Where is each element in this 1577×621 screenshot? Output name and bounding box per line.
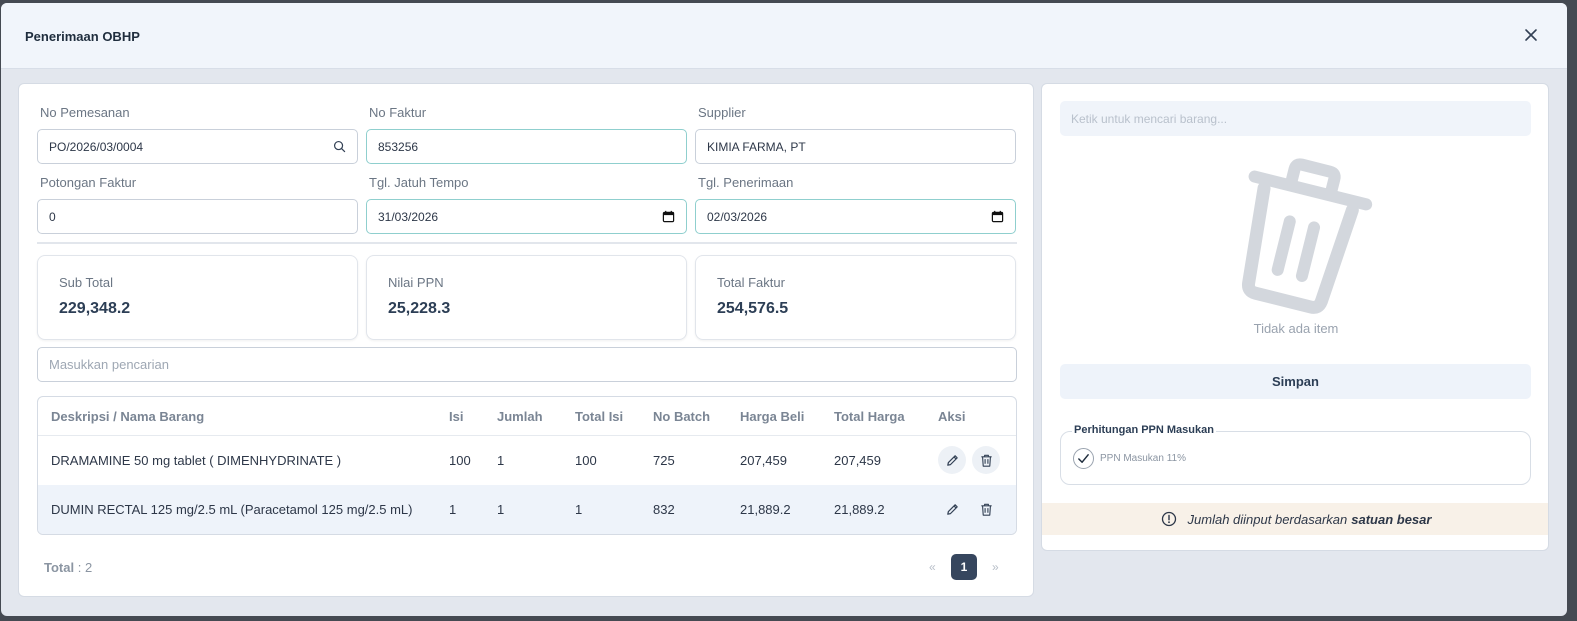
pagination-prev[interactable]: « [929, 560, 936, 574]
total-faktur-label: Total Faktur [717, 275, 785, 290]
potongan-faktur-value: 0 [49, 209, 56, 224]
trash-icon [980, 503, 992, 516]
total-value: : 2 [77, 560, 93, 575]
col-header-aksi: Aksi [938, 409, 966, 424]
nilai-ppn-card: Nilai PPN 25,228.3 [366, 255, 687, 340]
info-icon [1161, 511, 1176, 527]
modal-header: Penerimaan OBHP [1, 3, 1567, 69]
cell-total-isi: 1 [575, 502, 583, 517]
close-button[interactable] [1521, 25, 1541, 45]
supplier-label: Supplier [698, 105, 746, 120]
no-pemesanan-field[interactable]: PO/2026/03/0004 [37, 129, 358, 164]
calendar-icon[interactable] [661, 210, 675, 224]
total-label: Total [44, 560, 75, 575]
table-header: Deskripsi / Nama Barang Isi Jumlah Total… [38, 397, 1016, 436]
total-faktur-value: 254,576.5 [717, 300, 789, 317]
cell-no-batch: 832 [653, 502, 675, 517]
item-search-input[interactable]: Ketik untuk mencari barang... [1060, 101, 1531, 136]
tgl-jatuh-tempo-label: Tgl. Jatuh Tempo [369, 175, 469, 190]
cell-no-batch: 725 [653, 453, 675, 468]
tgl-jatuh-tempo-value: 31/03/2026 [378, 209, 439, 224]
no-faktur-field[interactable]: 853256 [366, 129, 687, 164]
items-table: Deskripsi / Nama Barang Isi Jumlah Total… [37, 396, 1017, 535]
cell-harga-beli: 207,459 [740, 453, 787, 468]
item-cart-panel: Ketik untuk mencari barang... Tidak ada … [1041, 83, 1549, 551]
tgl-penerimaan-value: 02/03/2026 [707, 209, 768, 224]
receipt-form-card: No Pemesanan PO/2026/03/0004 No Faktur 8… [18, 83, 1034, 597]
sub-total-label: Sub Total [59, 275, 113, 290]
trash-icon [1241, 158, 1373, 314]
modal: Penerimaan OBHP No Pemesanan PO/2026/03/… [1, 3, 1567, 616]
ppn-legend: Perhitungan PPN Masukan [1072, 424, 1216, 436]
sub-total-value: 229,348.2 [59, 300, 131, 317]
nilai-ppn-value: 25,228.3 [388, 300, 451, 317]
delete-button[interactable] [972, 495, 1000, 523]
col-header-no-batch: No Batch [653, 409, 711, 424]
edit-button[interactable] [938, 495, 966, 523]
cell-nama: DUMIN RECTAL 125 mg/2.5 mL (Paracetamol … [51, 502, 413, 517]
col-header-isi: Isi [449, 409, 464, 424]
tgl-jatuh-tempo-field[interactable]: 31/03/2026 [366, 199, 687, 234]
sub-total-card: Sub Total 229,348.2 [37, 255, 358, 340]
notice-banner: Jumlah diinput berdasarkan satuan besar [1042, 503, 1548, 535]
cell-nama: DRAMAMINE 50 mg tablet ( DIMENHYDRINATE … [51, 453, 342, 468]
pagination-page[interactable]: 1 [951, 554, 977, 580]
cell-total-harga: 21,889.2 [834, 502, 885, 517]
notice-text: Jumlah diinput berdasarkan [1187, 511, 1348, 527]
col-header-nama: Deskripsi / Nama Barang [51, 409, 205, 424]
no-pemesanan-value: PO/2026/03/0004 [49, 139, 144, 154]
save-button[interactable]: Simpan [1060, 364, 1531, 399]
empty-state-text: Tidak ada item [1253, 321, 1339, 336]
calendar-icon[interactable] [990, 210, 1004, 224]
edit-button[interactable] [938, 446, 966, 474]
cell-jumlah: 1 [497, 453, 505, 468]
table-search-input[interactable]: Masukkan pencarian [37, 347, 1017, 382]
potongan-faktur-label: Potongan Faktur [40, 175, 137, 190]
col-header-total-harga: Total Harga [834, 409, 905, 424]
col-header-jumlah: Jumlah [497, 409, 543, 424]
cell-harga-beli: 21,889.2 [740, 502, 791, 517]
cell-isi: 1 [449, 502, 457, 517]
ppn-checkbox[interactable] [1073, 448, 1094, 469]
no-faktur-value: 853256 [378, 139, 419, 154]
close-icon [1525, 29, 1537, 41]
cell-jumlah: 1 [497, 502, 505, 517]
cell-isi: 100 [449, 453, 471, 468]
supplier-field[interactable]: KIMIA FARMA, PT [695, 129, 1016, 164]
table-row[interactable]: DRAMAMINE 50 mg tablet ( DIMENHYDRINATE … [38, 436, 1016, 485]
edit-icon [946, 503, 958, 515]
notice-bold-text: satuan besar [1351, 511, 1432, 527]
edit-icon [946, 454, 958, 466]
item-search-placeholder: Ketik untuk mencari barang... [1071, 111, 1228, 126]
search-icon[interactable] [332, 140, 346, 154]
trash-icon [980, 454, 992, 467]
ppn-checkbox-label: PPN Masukan 11% [1100, 453, 1186, 464]
table-row[interactable]: DUMIN RECTAL 125 mg/2.5 mL (Paracetamol … [38, 485, 1016, 534]
check-icon [1078, 454, 1089, 463]
total-count: Total : 2 [44, 560, 92, 575]
tgl-penerimaan-field[interactable]: 02/03/2026 [695, 199, 1016, 234]
col-header-harga-beli: Harga Beli [740, 409, 805, 424]
total-faktur-card: Total Faktur 254,576.5 [695, 255, 1016, 340]
supplier-value: KIMIA FARMA, PT [707, 139, 806, 154]
no-pemesanan-label: No Pemesanan [40, 105, 130, 120]
table-search-placeholder: Masukkan pencarian [49, 357, 169, 372]
nilai-ppn-label: Nilai PPN [388, 275, 444, 290]
no-faktur-label: No Faktur [369, 105, 427, 120]
col-header-total-isi: Total Isi [575, 409, 624, 424]
ppn-fieldset: PPN Masukan 11% [1060, 431, 1531, 485]
cell-total-isi: 100 [575, 453, 597, 468]
potongan-faktur-field[interactable]: 0 [37, 199, 358, 234]
tgl-penerimaan-label: Tgl. Penerimaan [698, 175, 794, 190]
pagination-next[interactable]: » [992, 560, 999, 574]
cell-total-harga: 207,459 [834, 453, 881, 468]
delete-button[interactable] [972, 446, 1000, 474]
divider [37, 242, 1017, 244]
modal-title: Penerimaan OBHP [25, 29, 140, 44]
